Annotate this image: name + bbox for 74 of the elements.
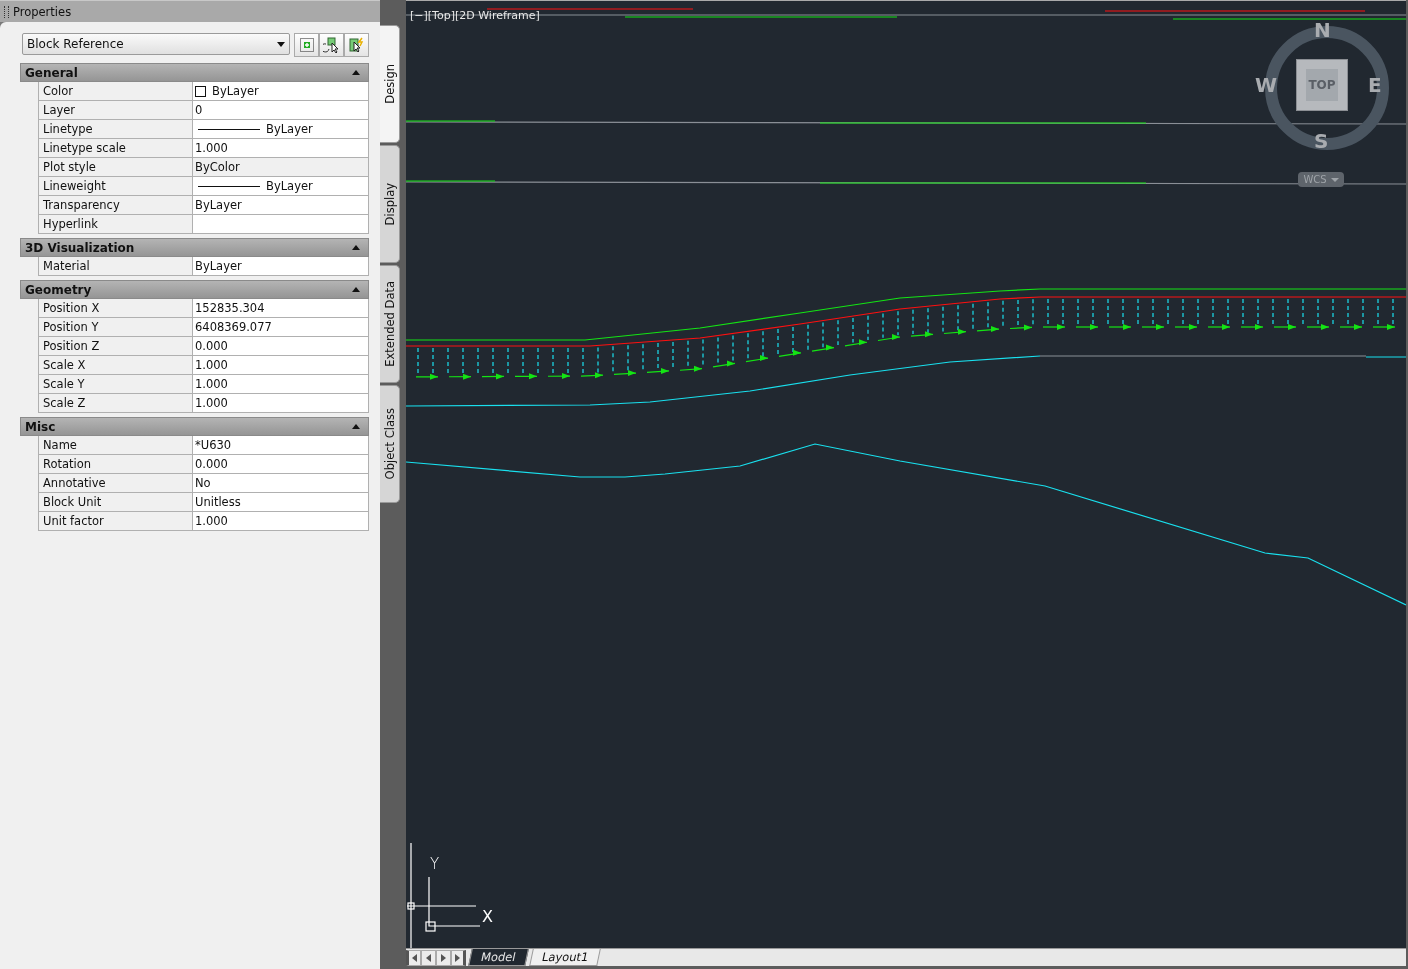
tab-nav-first-button[interactable]: [406, 950, 421, 966]
tab-nav-last-button[interactable]: [451, 950, 466, 966]
viewport-controls-label[interactable]: [−][Top][2D Wireframe]: [410, 9, 540, 22]
line-sample: [198, 128, 260, 130]
palette-title: Properties: [13, 4, 72, 19]
section-header[interactable]: Geometry: [20, 280, 369, 299]
property-label: Transparency: [38, 196, 193, 215]
property-label: Lineweight: [38, 177, 193, 196]
property-field[interactable]: ByLayer: [193, 120, 369, 139]
property-label: Position Z: [38, 337, 193, 356]
property-label: Position X: [38, 299, 193, 318]
property-label: Scale X: [38, 356, 193, 375]
property-label: Color: [38, 82, 193, 101]
property-label: Hyperlink: [38, 215, 193, 234]
property-value[interactable]: 1.000: [193, 356, 369, 375]
cursor-select-icon: [322, 37, 341, 53]
property-value: ByLayer: [266, 121, 313, 138]
caret-icon: [1330, 177, 1339, 182]
property-field[interactable]: ByLayer: [193, 82, 369, 101]
side-tab[interactable]: Object Class: [380, 385, 400, 503]
property-value[interactable]: 0: [193, 101, 369, 120]
section-header[interactable]: General: [20, 63, 369, 82]
property-label: Unit factor: [38, 512, 193, 531]
property-value[interactable]: ByLayer: [193, 196, 369, 215]
quick-select-button[interactable]: [294, 33, 319, 57]
layout-tab[interactable]: Layout1: [528, 949, 601, 966]
compass-east[interactable]: E: [1368, 73, 1382, 97]
side-tab[interactable]: Display: [380, 145, 400, 263]
tab-nav-prev-button[interactable]: [421, 950, 436, 966]
x-axis-label: X: [482, 907, 493, 926]
grip-icon[interactable]: [4, 5, 9, 18]
line-sample: [198, 185, 260, 187]
property-label: Material: [38, 257, 193, 276]
toggle-pickadd-button[interactable]: [344, 33, 369, 57]
property-label: Scale Y: [38, 375, 193, 394]
property-value: ByLayer: [266, 178, 313, 195]
cursor-lightning-icon: [347, 37, 366, 53]
property-label: Plot style: [38, 158, 193, 177]
property-value[interactable]: 0.000: [193, 455, 369, 474]
tab-nav-next-button[interactable]: [436, 950, 451, 966]
property-label: Layer: [38, 101, 193, 120]
property-value[interactable]: 1.000: [193, 139, 369, 158]
property-value[interactable]: 0.000: [193, 337, 369, 356]
property-value: ByLayer: [212, 83, 259, 100]
property-label: Linetype scale: [38, 139, 193, 158]
property-label: Position Y: [38, 318, 193, 337]
side-tab[interactable]: Design: [380, 25, 400, 143]
property-value[interactable]: ByLayer: [193, 257, 369, 276]
layout-tab[interactable]: Model: [468, 949, 529, 966]
property-value[interactable]: 1.000: [193, 375, 369, 394]
property-value[interactable]: 1.000: [193, 512, 369, 531]
property-label: Rotation: [38, 455, 193, 474]
property-label: Block Unit: [38, 493, 193, 512]
section-header[interactable]: 3D Visualization: [20, 238, 369, 257]
caret-icon: [277, 41, 285, 47]
side-tab[interactable]: Extended Data: [380, 265, 400, 383]
section-header[interactable]: Misc: [20, 417, 369, 436]
property-label: Name: [38, 436, 193, 455]
color-swatch: [195, 85, 206, 97]
select-objects-button[interactable]: [319, 33, 344, 57]
y-axis-label: Y: [430, 855, 440, 873]
property-value[interactable]: 6408369.077: [193, 318, 369, 337]
property-value[interactable]: No: [193, 474, 369, 493]
drawing-viewport[interactable]: [−][Top][2D Wireframe] N E S W TOP WCS Y X Model Layout1: [406, 0, 1406, 966]
property-label: Annotative: [38, 474, 193, 493]
property-field[interactable]: ByLayer: [193, 177, 369, 196]
select-plus-icon: [298, 37, 315, 53]
property-value[interactable]: 152835.304: [193, 299, 369, 318]
property-label: Scale Z: [38, 394, 193, 413]
property-value[interactable]: *U630: [193, 436, 369, 455]
property-label: Linetype: [38, 120, 193, 139]
property-value[interactable]: 1.000: [193, 394, 369, 413]
object-type-dropdown[interactable]: Block Reference: [22, 33, 290, 55]
property-value[interactable]: Unitless: [193, 493, 369, 512]
